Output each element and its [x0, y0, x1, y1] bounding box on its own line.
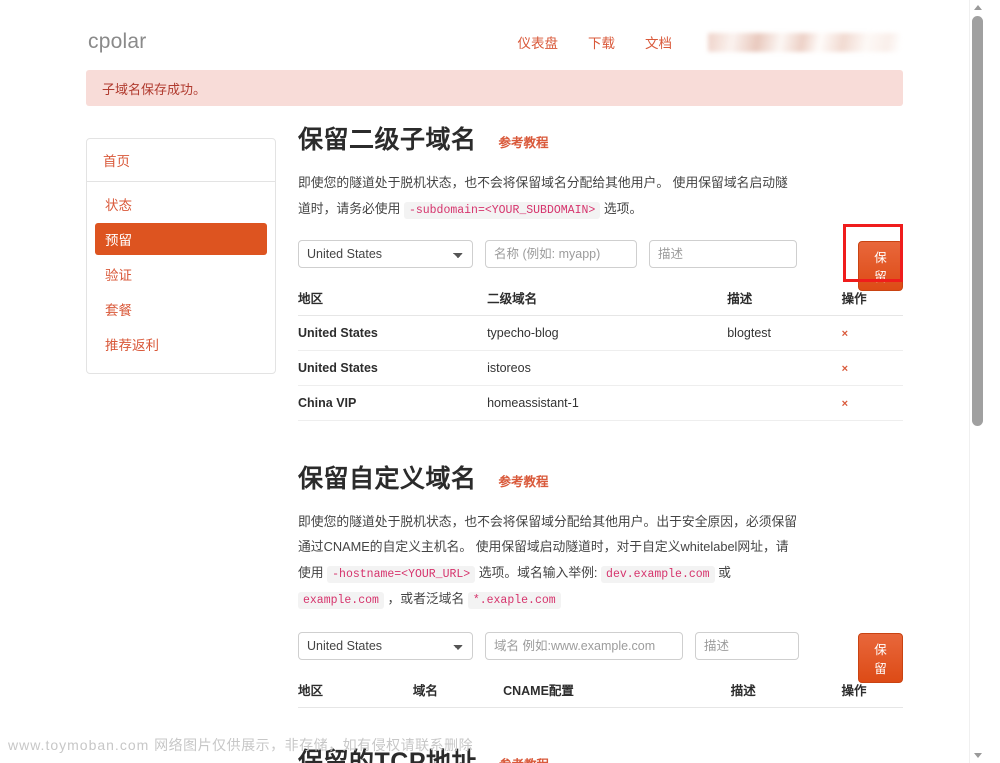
delete-icon[interactable]: ×: [842, 328, 848, 340]
section-subdomain-header: 保留二级子域名 参考教程: [298, 120, 903, 156]
main-content: 保留二级子域名 参考教程 即使您的隧道处于脱机状态，也不会将保留域名分配给其他用…: [298, 120, 903, 763]
table-row: United States istoreos ×: [298, 350, 903, 386]
subdomain-region-select[interactable]: United States China VIP: [298, 239, 473, 268]
tutorial-link-customdomain[interactable]: 参考教程: [499, 471, 549, 495]
section-subdomain-title: 保留二级子域名: [298, 126, 477, 154]
delete-icon[interactable]: ×: [842, 363, 848, 375]
subdomain-name-input[interactable]: [485, 239, 637, 268]
subdomain-reserve-button[interactable]: 保留: [858, 240, 903, 291]
section-customdomain-header: 保留自定义域名 参考教程: [298, 459, 903, 495]
site-header: cpolar 仪表盘 下载 文档: [0, 0, 985, 62]
row-domain: typecho-blog: [487, 315, 728, 351]
subdomain-description-input[interactable]: [649, 239, 797, 268]
subdomain-table-head: 地区 二级域名 描述 操作: [298, 281, 903, 316]
subdomain-table-body: United States typecho-blog blogtest × Un…: [298, 315, 903, 421]
sidebar-item-referral[interactable]: 推荐返利: [95, 328, 267, 360]
row-desc: blogtest: [727, 315, 842, 351]
customdomain-domain-input[interactable]: [485, 631, 683, 660]
row-action: ×: [841, 315, 903, 351]
scroll-up-arrow-icon[interactable]: [973, 5, 982, 10]
row-desc: [727, 350, 842, 386]
sidebar-item-plan[interactable]: 套餐: [95, 293, 267, 325]
customdomain-th-domain: 域名: [412, 673, 504, 708]
sidebar-item-home[interactable]: 首页: [87, 139, 275, 182]
customdomain-example-code-2: example.com: [298, 591, 384, 609]
customdomain-desc-text-3: ，或者泛域名: [387, 590, 465, 606]
row-region: China VIP: [298, 385, 488, 421]
section-tcp-header: 保留的TCP地址 参考教程: [298, 742, 903, 763]
section-reserved-custom-domain: 保留自定义域名 参考教程 即使您的隧道处于脱机状态，也不会将保留域分配给其他用户…: [298, 459, 903, 708]
section-customdomain-description: 即使您的隧道处于脱机状态，也不会将保留域分配给其他用户。出于安全原因，必须保留通…: [298, 509, 798, 612]
table-row: United States typecho-blog blogtest ×: [298, 315, 903, 351]
customdomain-reserve-button[interactable]: 保留: [858, 632, 903, 683]
section-reserved-subdomain: 保留二级子域名 参考教程 即使您的隧道处于脱机状态，也不会将保留域名分配给其他用…: [298, 120, 903, 421]
sidebar: 首页 状态 预留 验证 套餐 推荐返利: [86, 138, 276, 374]
row-desc: [727, 385, 842, 421]
subdomain-reserve-form: United States China VIP 保留: [298, 223, 903, 291]
customdomain-wildcard-code: *.exaple.com: [467, 591, 561, 609]
brand-logo[interactable]: cpolar: [88, 30, 146, 54]
nav-item-dashboard[interactable]: 仪表盘: [518, 32, 559, 52]
section-subdomain-description: 即使您的隧道处于脱机状态，也不会将保留域名分配给其他用户。 使用保留域名启动隧道…: [298, 170, 798, 222]
customdomain-hostname-code: -hostname=<YOUR_URL>: [327, 565, 476, 583]
delete-icon[interactable]: ×: [842, 398, 848, 410]
row-region: United States: [298, 315, 488, 351]
sidebar-menu: 状态 预留 验证 套餐 推荐返利: [87, 182, 275, 373]
subdomain-th-domain: 二级域名: [487, 281, 728, 316]
row-domain: homeassistant-1: [487, 385, 728, 421]
row-domain: istoreos: [487, 350, 728, 386]
customdomain-description-input[interactable]: [695, 631, 799, 660]
table-row: China VIP homeassistant-1 ×: [298, 385, 903, 421]
row-action: ×: [841, 350, 903, 386]
customdomain-table-header-row: 地区 域名 CNAME配置 描述 操作: [298, 673, 903, 708]
subdomain-table: 地区 二级域名 描述 操作 United States typecho-blog…: [298, 281, 903, 421]
tutorial-link-subdomain[interactable]: 参考教程: [499, 132, 549, 156]
customdomain-table-head: 地区 域名 CNAME配置 描述 操作: [298, 673, 903, 708]
scrollbar-thumb[interactable]: [972, 16, 983, 426]
scroll-down-arrow-icon[interactable]: [973, 753, 982, 758]
section-customdomain-title: 保留自定义域名: [298, 464, 477, 493]
vertical-scrollbar[interactable]: [969, 0, 985, 763]
section-tcp-title: 保留的TCP地址: [298, 747, 478, 763]
subdomain-th-region: 地区: [298, 281, 488, 316]
customdomain-th-region: 地区: [298, 673, 413, 708]
subdomain-table-header-row: 地区 二级域名 描述 操作: [298, 281, 903, 316]
customdomain-reserve-form: United States China VIP 保留: [298, 631, 903, 683]
customdomain-example-code-1: dev.example.com: [601, 565, 715, 583]
sidebar-item-reserved[interactable]: 预留: [95, 223, 267, 255]
watermark-url: www.toymoban.com: [8, 737, 150, 753]
customdomain-region-select[interactable]: United States China VIP: [298, 631, 473, 660]
nav-item-download[interactable]: 下载: [588, 32, 615, 52]
customdomain-desc-or: 或: [718, 564, 731, 580]
customdomain-th-desc: 描述: [730, 673, 842, 708]
success-alert-message: 子域名保存成功。: [102, 81, 207, 97]
nav-item-docs[interactable]: 文档: [645, 32, 672, 52]
tutorial-link-tcp[interactable]: 参考教程: [499, 754, 549, 763]
subdomain-th-desc: 描述: [727, 281, 842, 316]
page-root: cpolar 仪表盘 下载 文档 子域名保存成功。 首页 状态 预留 验证 套餐…: [0, 0, 985, 763]
customdomain-desc-text-2: 选项。域名输入举例:: [478, 564, 598, 580]
sidebar-item-status[interactable]: 状态: [95, 188, 267, 220]
account-redacted-area[interactable]: [708, 32, 900, 52]
top-navigation: 仪表盘 下载 文档: [518, 32, 900, 52]
row-region: United States: [298, 350, 488, 386]
customdomain-table: 地区 域名 CNAME配置 描述 操作: [298, 673, 903, 708]
subdomain-desc-text-2: 选项。: [603, 200, 643, 216]
success-alert: 子域名保存成功。: [86, 70, 903, 106]
customdomain-th-cname: CNAME配置: [503, 673, 731, 708]
section-reserved-tcp: 保留的TCP地址 参考教程 可以将保留的TCP地址分配给您的帐户，以便为使用TC…: [298, 742, 903, 763]
row-action: ×: [841, 385, 903, 421]
sidebar-item-verify[interactable]: 验证: [95, 258, 267, 290]
subdomain-option-code: -subdomain=<YOUR_SUBDOMAIN>: [403, 201, 601, 219]
